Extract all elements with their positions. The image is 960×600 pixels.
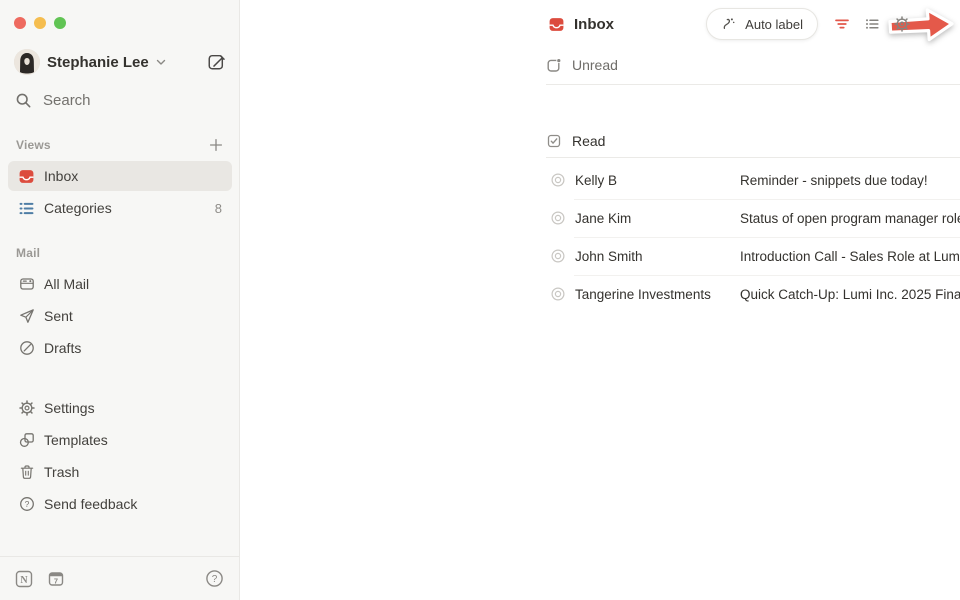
svg-text:?: ? [212,574,218,585]
inbox-icon [18,168,35,185]
account-switcher[interactable]: Stephanie Lee [14,47,225,77]
inbox-icon [548,16,565,33]
app-window: Stephanie Lee Search Views Inbox [0,0,960,600]
sidebar: Stephanie Lee Search Views Inbox [0,0,240,600]
sidebar-item-sent[interactable]: Sent [8,301,232,331]
sidebar-item-categories[interactable]: Categories 8 [8,193,232,223]
email-subject: Introduction Call - Sales Role at Lumi I… [740,249,960,264]
avatar [14,49,40,75]
zoom-window-button[interactable] [54,17,66,29]
email-subject: Reminder - snippets due today! [740,173,960,188]
sidebar-item-drafts[interactable]: Drafts [8,333,232,363]
email-row[interactable]: Tangerine Investments Quick Catch-Up: Lu… [546,275,960,313]
sidebar-item-label: Send feedback [44,496,137,512]
read-group-header[interactable]: Read [546,128,605,154]
page-title: Inbox [574,16,614,33]
categories-icon [18,200,35,217]
group-label: Unread [572,57,618,73]
read-status-icon [550,248,566,264]
trash-icon [18,464,35,480]
account-name: Stephanie Lee [47,54,149,71]
email-sender: John Smith [575,249,728,264]
sidebar-item-label: Drafts [44,340,81,356]
email-subject: Status of open program manager role [740,211,960,226]
drafts-icon [18,340,35,356]
add-view-button[interactable] [208,137,224,153]
email-row[interactable]: Jane Kim Status of open program manager … [546,199,960,237]
question-circle-icon: ? [18,496,35,512]
email-row[interactable]: Kelly B Reminder - snippets due today! M… [546,161,960,199]
all-mail-icon [18,276,35,292]
views-section-label: Views [16,138,51,152]
unread-group-header[interactable]: Unread [546,52,618,78]
search-icon [15,92,32,109]
email-row[interactable]: John Smith Introduction Call - Sales Rol… [546,237,960,275]
sidebar-item-label: All Mail [44,276,89,292]
search-label: Search [43,92,91,109]
email-sender: Kelly B [575,173,728,188]
list-view-icon[interactable] [864,16,880,32]
gear-icon [18,400,35,416]
search-button[interactable]: Search [15,87,91,113]
categories-count-badge: 8 [215,201,222,216]
svg-text:?: ? [24,499,29,509]
email-sender: Jane Kim [575,211,728,226]
group-label: Read [572,133,605,149]
email-sender: Tangerine Investments [575,287,728,302]
sidebar-item-label: Sent [44,308,73,324]
minimize-window-button[interactable] [34,17,46,29]
inbox-header: Inbox [548,10,614,38]
main-pane: Inbox Auto label Unrea [240,0,960,600]
sidebar-item-send-feedback[interactable]: ? Send feedback [8,489,232,519]
sidebar-item-settings[interactable]: Settings [8,393,232,423]
read-status-icon [550,172,566,188]
sidebar-bottom-bar: N 7 ? [0,556,239,600]
sidebar-item-trash[interactable]: Trash [8,457,232,487]
auto-label-button-label: Auto label [745,17,803,32]
mail-section-label: Mail [16,246,40,260]
notion-logo-icon[interactable]: N [15,570,33,588]
sidebar-item-label: Inbox [44,168,78,184]
sidebar-item-all-mail[interactable]: All Mail [8,269,232,299]
sidebar-item-label: Trash [44,464,79,480]
sidebar-item-label: Templates [44,432,108,448]
filter-icon[interactable] [834,16,850,32]
section-divider [546,157,960,158]
settings-gear-icon[interactable] [894,16,910,32]
auto-label-icon [721,16,737,32]
svg-text:N: N [20,575,28,586]
unread-icon [546,57,562,73]
svg-text:7: 7 [54,576,58,585]
compose-icon[interactable] [207,53,225,71]
calendar-icon[interactable]: 7 [47,570,65,588]
sidebar-item-label: Settings [44,400,95,416]
sent-icon [18,308,35,324]
section-divider [546,84,960,85]
close-window-button[interactable] [14,17,26,29]
sidebar-item-templates[interactable]: Templates [8,425,232,455]
auto-label-button[interactable]: Auto label [706,8,818,40]
list-toolbar [834,16,910,32]
read-status-icon [550,286,566,302]
chevron-down-icon [155,56,167,68]
sidebar-item-inbox[interactable]: Inbox [8,161,232,191]
read-status-icon [550,210,566,226]
sidebar-item-label: Categories [44,200,112,216]
templates-icon [18,432,35,448]
read-checkbox-icon [546,133,562,149]
email-subject: Quick Catch-Up: Lumi Inc. 2025 Financial… [740,287,960,302]
window-controls [14,17,66,29]
help-icon[interactable]: ? [205,569,224,588]
